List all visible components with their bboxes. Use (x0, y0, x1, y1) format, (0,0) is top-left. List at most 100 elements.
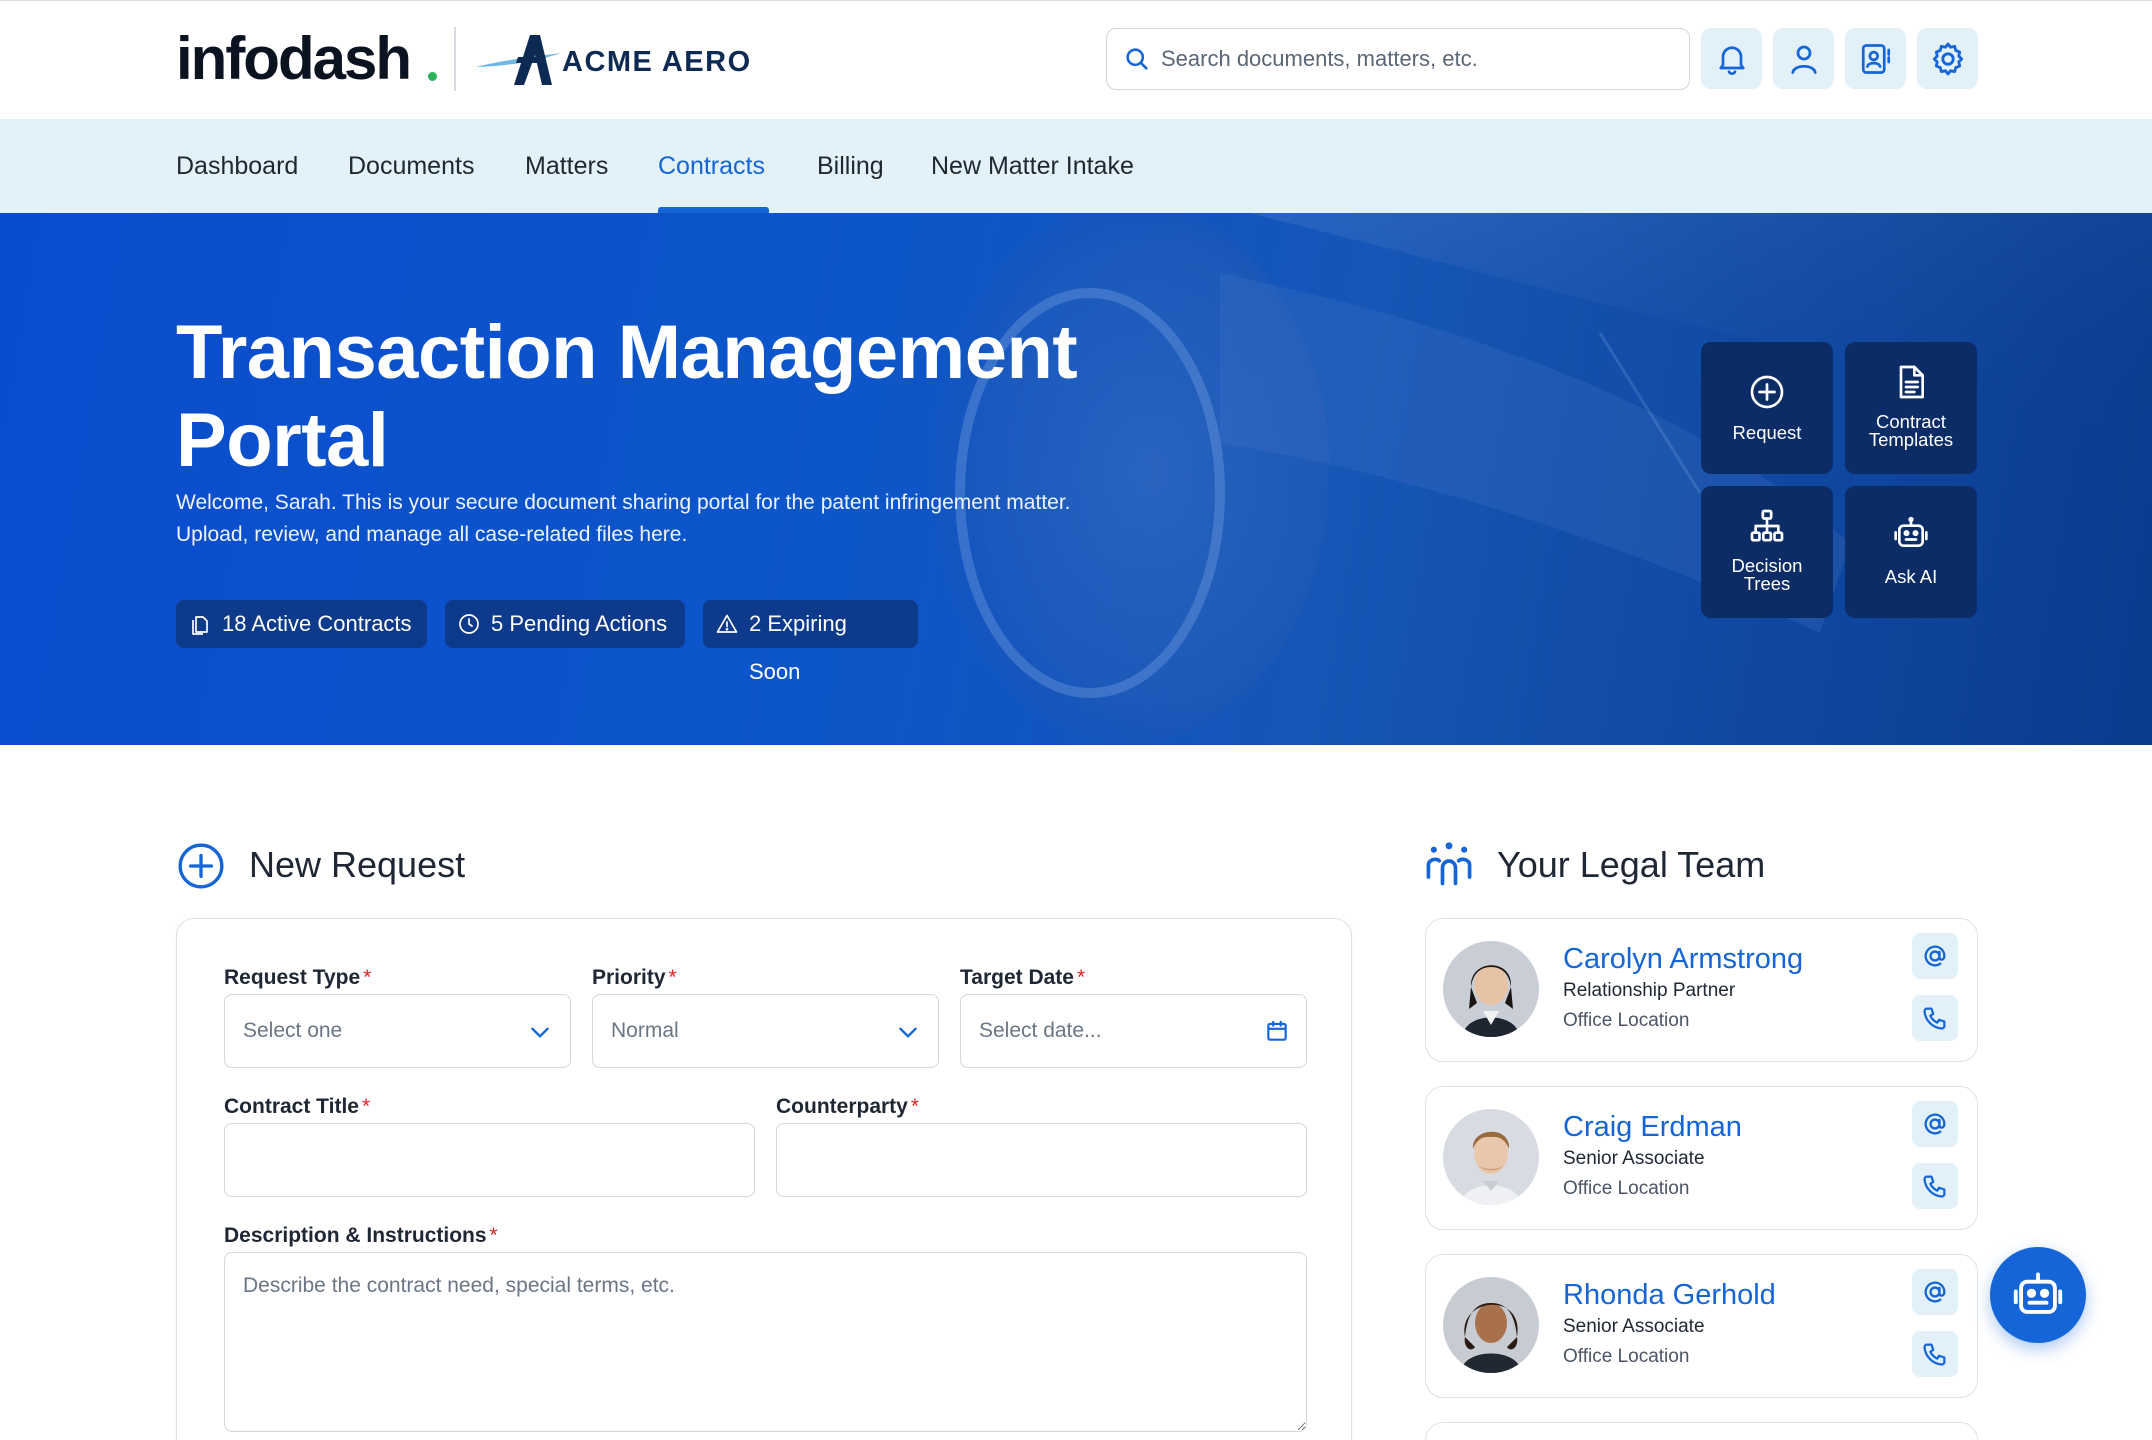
acme-aero-mark-icon (476, 35, 562, 85)
nav-dashboard[interactable]: Dashboard (176, 119, 298, 213)
member-location: Office Location (1563, 1346, 1690, 1367)
target-date-label: Target Date * (960, 966, 1086, 989)
contract-title-label: Contract Title * (224, 1095, 371, 1118)
quick-action-decision-trees[interactable]: Decision Trees (1701, 486, 1833, 618)
call-button[interactable] (1912, 995, 1958, 1041)
ai-assistant-fab[interactable] (1990, 1247, 2086, 1343)
avatar (1443, 941, 1539, 1037)
search-icon (1126, 48, 1148, 70)
at-sign-icon (1924, 1281, 1946, 1303)
member-role: Relationship Partner (1563, 980, 1736, 1001)
quick-action-templates-label-2: Templates (1868, 429, 1954, 450)
logo-divider (454, 27, 456, 91)
hierarchy-icon (1750, 509, 1784, 542)
robot-icon (1894, 516, 1928, 547)
member-name[interactable]: Rhonda Gerhold (1563, 1277, 1776, 1313)
request-type-value: Select one (243, 1019, 343, 1042)
welcome-message: Welcome, Sarah. This is your secure docu… (176, 491, 1071, 546)
call-button[interactable] (1912, 1331, 1958, 1377)
quick-action-ask-ai-label: Ask AI (1884, 566, 1938, 587)
team-member-card-partial (1425, 1422, 1978, 1440)
contacts-button[interactable] (1845, 28, 1906, 89)
description-textarea[interactable] (225, 1253, 1306, 1431)
infodash-logo[interactable]: infodash (176, 23, 412, 95)
request-type-label: Request Type * (224, 966, 372, 989)
contract-title-input[interactable] (225, 1124, 754, 1196)
target-date-picker[interactable]: Select date... (960, 994, 1307, 1068)
legal-team-title: Your Legal Team (1497, 844, 1766, 885)
document-icon (1899, 365, 1924, 399)
acme-aero-logo-text: ACME AERO (562, 46, 752, 78)
phone-icon (1923, 1175, 1946, 1198)
hero-banner: Transaction Management Portal Welcome, S… (0, 213, 2152, 745)
quick-action-ask-ai[interactable]: Ask AI (1845, 486, 1977, 618)
email-button[interactable] (1912, 1269, 1958, 1315)
phone-icon (1923, 1007, 1946, 1030)
avatar (1443, 1277, 1539, 1373)
member-location: Office Location (1563, 1178, 1690, 1199)
expiring-soon-badge[interactable]: 2 Expiring Soon (703, 600, 918, 684)
team-icon (1426, 842, 1472, 886)
documents-icon (192, 616, 208, 635)
description-field[interactable]: Describe the contract need, special term… (224, 1252, 1307, 1432)
request-type-select[interactable]: Select one (224, 994, 571, 1068)
contract-title-field[interactable] (224, 1123, 755, 1197)
counterparty-input[interactable] (777, 1124, 1306, 1196)
profile-button[interactable] (1773, 28, 1834, 89)
search-bar[interactable] (1106, 28, 1690, 90)
member-name[interactable]: Carolyn Armstrong (1563, 941, 1803, 977)
member-role: Senior Associate (1563, 1316, 1705, 1337)
calendar-icon[interactable] (1264, 1018, 1290, 1044)
nav-documents[interactable]: Documents (348, 119, 474, 213)
email-button[interactable] (1912, 933, 1958, 979)
member-name[interactable]: Craig Erdman (1563, 1109, 1742, 1145)
target-date-placeholder: Select date... (979, 1019, 1102, 1042)
top-header: infodash ACME AERO (0, 0, 2152, 119)
user-icon (1790, 45, 1817, 74)
logo-dot (428, 72, 437, 81)
nav-matters[interactable]: Matters (525, 119, 608, 213)
priority-label: Priority * (592, 966, 677, 989)
robot-icon (2013, 1272, 2063, 1314)
quick-action-contract-templates[interactable]: Contract Templates (1845, 342, 1977, 474)
counterparty-label: Counterparty * (776, 1095, 920, 1118)
plus-circle-icon (178, 843, 224, 889)
at-sign-icon (1924, 1113, 1946, 1135)
call-button[interactable] (1912, 1163, 1958, 1209)
team-member-card: Carolyn Armstrong Relationship Partner O… (1425, 918, 1978, 1062)
team-member-card: Craig Erdman Senior Associate Office Loc… (1425, 1086, 1978, 1230)
main-nav: Dashboard Documents Matters Contracts Bi… (0, 119, 2152, 213)
member-location: Office Location (1563, 1010, 1690, 1031)
counterparty-field[interactable] (776, 1123, 1307, 1197)
search-input[interactable] (1161, 29, 1681, 88)
quick-action-request-label: Request (1732, 422, 1802, 443)
bell-icon (1718, 45, 1745, 75)
quick-action-request[interactable]: Request (1701, 342, 1833, 474)
chevron-down-icon (531, 1027, 549, 1038)
chevron-down-icon (899, 1027, 917, 1038)
notifications-button[interactable] (1701, 28, 1762, 89)
priority-value: Normal (611, 1019, 679, 1042)
clock-icon (459, 614, 479, 634)
quick-action-decision-label-2: Trees (1743, 573, 1791, 594)
team-member-card: Rhonda Gerhold Senior Associate Office L… (1425, 1254, 1978, 1398)
pending-actions-label: 5 Pending Actions (491, 611, 668, 636)
active-contracts-badge[interactable]: 18 Active Contracts (176, 600, 427, 648)
new-request-title: New Request (249, 844, 466, 885)
member-role: Senior Associate (1563, 1148, 1705, 1169)
gear-icon (1932, 42, 1963, 75)
nav-contracts[interactable]: Contracts (658, 119, 765, 213)
warning-icon (716, 614, 738, 633)
active-contracts-label: 18 Active Contracts (222, 611, 412, 636)
email-button[interactable] (1912, 1101, 1958, 1147)
at-sign-icon (1924, 945, 1946, 967)
priority-select[interactable]: Normal (592, 994, 939, 1068)
settings-button[interactable] (1917, 28, 1978, 89)
pending-actions-badge[interactable]: 5 Pending Actions (445, 600, 685, 648)
nav-new-matter-intake[interactable]: New Matter Intake (931, 119, 1134, 213)
phone-icon (1923, 1343, 1946, 1366)
avatar (1443, 1109, 1539, 1205)
new-request-form: Request Type * Select one Priority * Norma… (176, 918, 1352, 1440)
nav-billing[interactable]: Billing (817, 119, 884, 213)
contacts-icon (1861, 43, 1890, 74)
